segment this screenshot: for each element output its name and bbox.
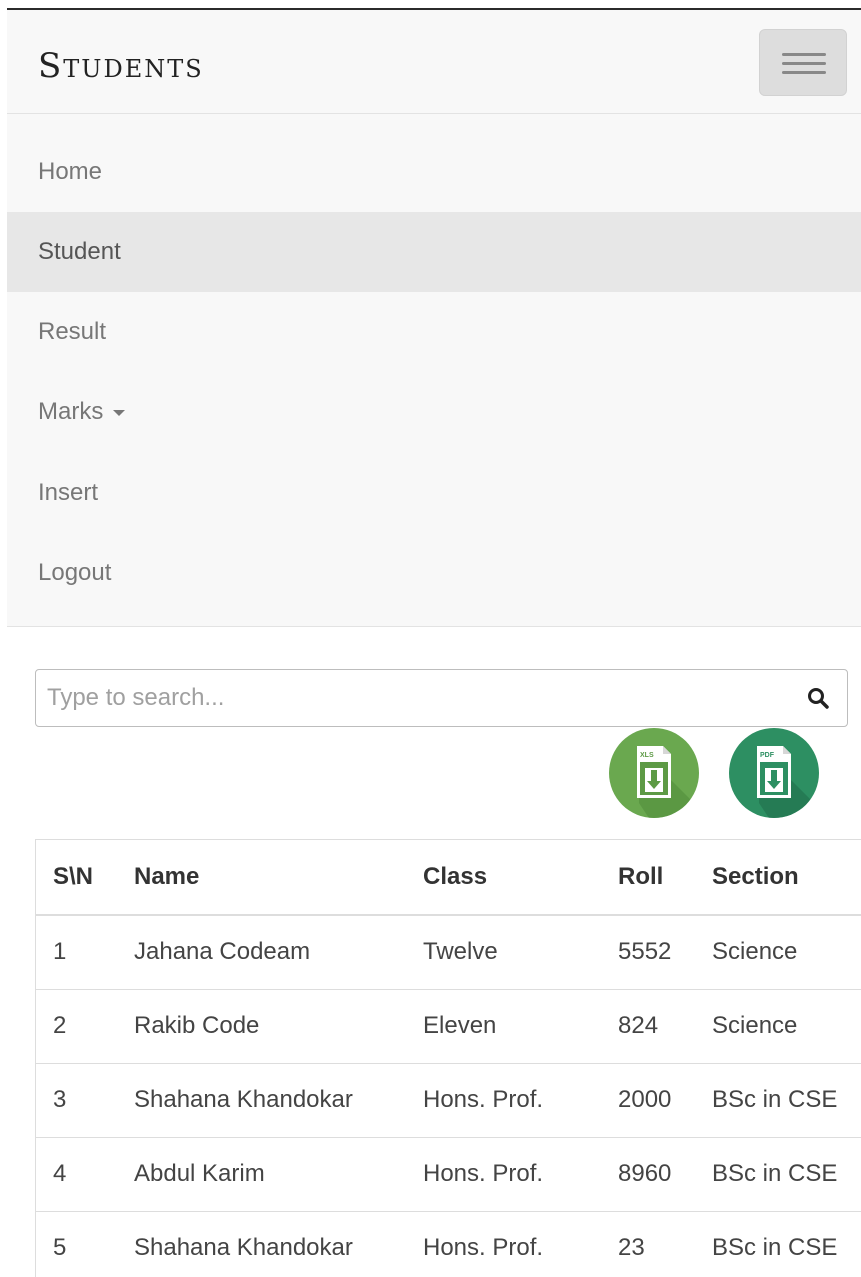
nav-item-student[interactable]: Student: [7, 212, 861, 292]
nav-item-result[interactable]: Result: [7, 292, 861, 372]
table-row[interactable]: 3 Shahana Khandokar Hons. Prof. 2000 BSc…: [36, 1063, 861, 1138]
app-frame: Students Home Student Result Marks Inser…: [7, 8, 861, 1277]
students-table: S\N Name Class Roll Section 1 Jahana Cod…: [36, 840, 861, 1277]
column-header-roll[interactable]: Roll: [602, 840, 698, 916]
table-row[interactable]: 2 Rakib Code Eleven 824 Science: [36, 989, 861, 1064]
nav-item-label: Result: [38, 318, 107, 345]
cell-roll: 2000: [602, 1063, 698, 1138]
nav-item-logout[interactable]: Logout: [7, 533, 861, 613]
table-row[interactable]: 4 Abdul Karim Hons. Prof. 8960 BSc in CS…: [36, 1137, 861, 1212]
brand-title[interactable]: Students: [38, 46, 204, 86]
navbar: Students Home Student Result Marks Inser…: [7, 10, 861, 627]
search-input[interactable]: [36, 670, 776, 726]
table-header-row: S\N Name Class Roll Section: [36, 840, 861, 916]
cell-roll: 23: [602, 1211, 698, 1277]
nav-item-label: Home: [38, 158, 103, 185]
hamburger-icon: [782, 71, 826, 74]
xls-download-icon: XLS: [637, 746, 699, 818]
cell-class: Hons. Prof.: [406, 1137, 602, 1212]
nav-item-marks[interactable]: Marks: [7, 372, 861, 452]
search-box: [35, 669, 848, 727]
nav-item-home[interactable]: Home: [7, 132, 861, 212]
cell-name: Jahana Codeam: [114, 915, 406, 990]
cell-class: Eleven: [406, 989, 602, 1064]
cell-sn: 3: [36, 1063, 114, 1138]
cell-section: BSc in CSE: [698, 1137, 861, 1212]
cell-section: Science: [698, 989, 861, 1064]
students-table-container: S\N Name Class Roll Section 1 Jahana Cod…: [35, 839, 861, 1277]
nav-item-label: Logout: [38, 559, 112, 586]
cell-sn: 1: [36, 915, 114, 990]
column-header-section[interactable]: Section: [698, 840, 861, 916]
hamburger-icon: [782, 53, 826, 56]
cell-roll: 5552: [602, 915, 698, 990]
menu-toggle-button[interactable]: [759, 29, 847, 96]
xls-label: XLS: [640, 752, 654, 759]
nav-item-label: Student: [38, 238, 121, 265]
cell-class: Hons. Prof.: [406, 1211, 602, 1277]
cell-section: BSc in CSE: [698, 1063, 861, 1138]
cell-name: Shahana Khandokar: [114, 1063, 406, 1138]
export-xls-button[interactable]: XLS: [609, 728, 699, 818]
pdf-download-icon: PDF: [757, 746, 819, 818]
cell-roll: 8960: [602, 1137, 698, 1212]
column-header-class[interactable]: Class: [406, 840, 602, 916]
table-row[interactable]: 1 Jahana Codeam Twelve 5552 Science: [36, 915, 861, 990]
cell-roll: 824: [602, 989, 698, 1064]
pdf-label: PDF: [760, 752, 775, 759]
nav-item-label: Insert: [38, 479, 99, 506]
nav-item-label: Marks: [38, 398, 104, 425]
table-row[interactable]: 5 Shahana Khandokar Hons. Prof. 23 BSc i…: [36, 1211, 861, 1277]
cell-section: Science: [698, 915, 861, 990]
search-icon[interactable]: [806, 686, 830, 710]
cell-sn: 5: [36, 1211, 114, 1277]
cell-class: Hons. Prof.: [406, 1063, 602, 1138]
column-header-name[interactable]: Name: [114, 840, 406, 916]
cell-section: BSc in CSE: [698, 1211, 861, 1277]
cell-sn: 4: [36, 1137, 114, 1212]
cell-name: Abdul Karim: [114, 1137, 406, 1212]
cell-class: Twelve: [406, 915, 602, 990]
cell-name: Rakib Code: [114, 989, 406, 1064]
caret-down-icon: [113, 409, 126, 416]
cell-name: Shahana Khandokar: [114, 1211, 406, 1277]
cell-sn: 2: [36, 989, 114, 1064]
nav-item-insert[interactable]: Insert: [7, 453, 861, 533]
export-pdf-button[interactable]: PDF: [729, 728, 819, 818]
column-header-sn[interactable]: S\N: [36, 840, 114, 916]
navbar-header: Students: [7, 10, 861, 114]
hamburger-icon: [782, 62, 826, 65]
